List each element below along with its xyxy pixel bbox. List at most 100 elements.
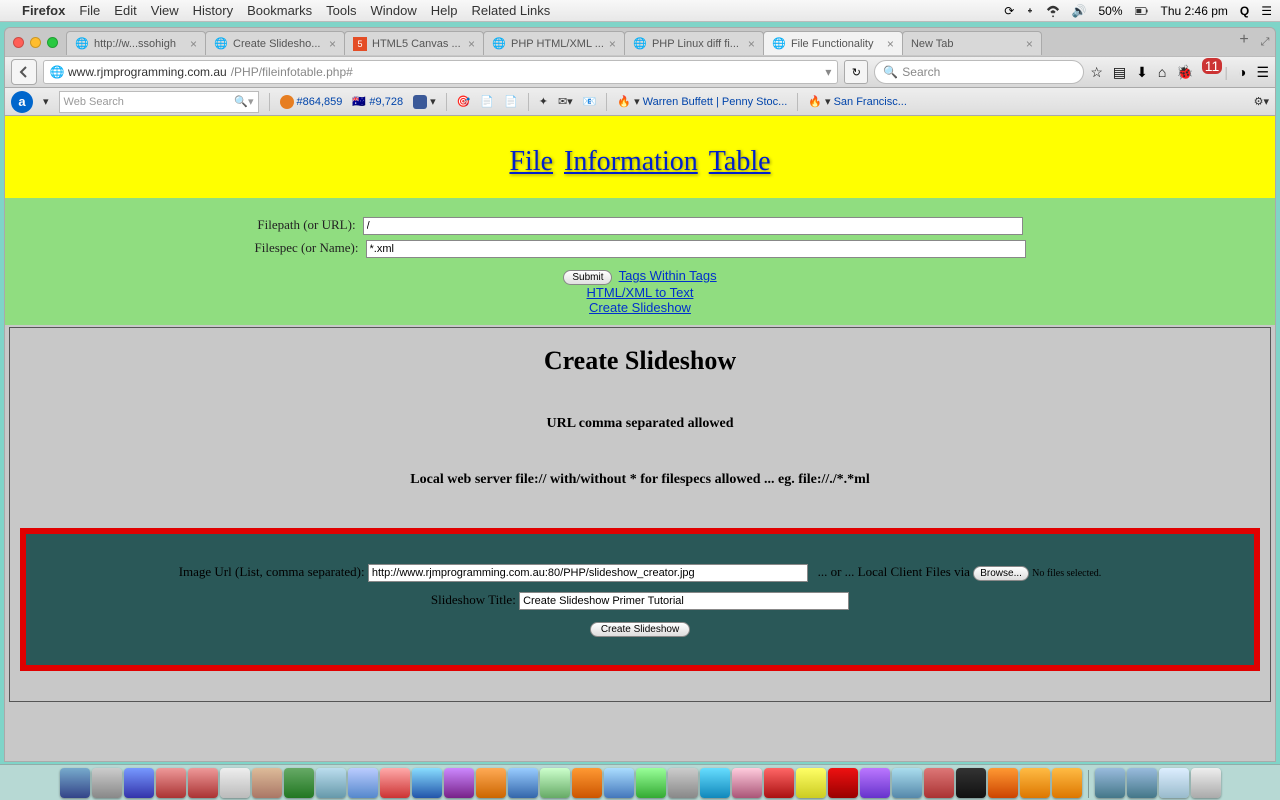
tab-5-active[interactable]: 🌐File Functionality× [763, 31, 903, 55]
dock-firefox-icon[interactable] [988, 768, 1018, 798]
dock-terminal-icon[interactable] [956, 768, 986, 798]
volume-icon[interactable]: 🔊 [1072, 4, 1087, 18]
submit-button[interactable]: Submit [563, 270, 612, 285]
menu-related[interactable]: Related Links [472, 3, 551, 18]
gear-icon[interactable]: ⚙▾ [1254, 95, 1269, 108]
clock[interactable]: Thu 2:46 pm [1161, 4, 1228, 18]
browse-button[interactable]: Browse... [973, 566, 1029, 581]
addon-icon[interactable]: 🐞11 [1176, 64, 1214, 81]
dock-appstore-icon[interactable] [508, 768, 538, 798]
menu-edit[interactable]: Edit [114, 3, 136, 18]
dock-app-icon[interactable] [252, 768, 282, 798]
dock-app-icon[interactable] [732, 768, 762, 798]
menu-window[interactable]: Window [371, 3, 417, 18]
doc2-icon[interactable]: 📄 [504, 95, 518, 108]
close-tab-icon[interactable]: × [887, 37, 894, 51]
home-icon[interactable]: ⌂ [1158, 64, 1166, 80]
slideshow-title-input[interactable] [519, 592, 849, 610]
dock-itunes-icon[interactable] [444, 768, 474, 798]
doc1-icon[interactable]: 📄 [480, 95, 494, 108]
close-tab-icon[interactable]: × [609, 37, 616, 51]
search-icon[interactable]: 🔍▾ [234, 95, 253, 108]
tab-2[interactable]: 5HTML5 Canvas ...× [344, 31, 484, 55]
dock-opera-icon[interactable] [828, 768, 858, 798]
menu-help[interactable]: Help [431, 3, 458, 18]
link-html-xml-to-text[interactable]: HTML/XML to Text [587, 285, 694, 300]
close-window-icon[interactable] [13, 37, 24, 48]
dock-app-icon[interactable] [412, 768, 442, 798]
spotlight-icon[interactable]: Q [1240, 4, 1249, 18]
dropdown-icon[interactable]: ▾ [825, 65, 831, 79]
dock-app-icon[interactable] [188, 768, 218, 798]
dock-app-icon[interactable] [540, 768, 570, 798]
dock-app-icon[interactable] [156, 768, 186, 798]
dock-app-icon[interactable] [476, 768, 506, 798]
menu-bookmarks[interactable]: Bookmarks [247, 3, 312, 18]
dock-app-icon[interactable] [764, 768, 794, 798]
close-tab-icon[interactable]: × [748, 37, 755, 51]
dock-folder-icon[interactable] [1095, 768, 1125, 798]
macos-dock[interactable] [0, 764, 1280, 800]
bluetooth-icon[interactable]: ᛭ [1026, 4, 1033, 18]
dock-app-icon[interactable] [572, 768, 602, 798]
close-tab-icon[interactable]: × [468, 37, 475, 51]
menu-tools[interactable]: Tools [326, 3, 356, 18]
reader-icon[interactable]: ▤ [1113, 64, 1126, 81]
link-create-slideshow[interactable]: Create Slideshow [589, 300, 691, 315]
dock-chrome-icon[interactable] [796, 768, 826, 798]
zoom-window-icon[interactable] [47, 37, 58, 48]
title-link-table[interactable]: Table [709, 146, 771, 177]
reload-button[interactable]: ↻ [844, 60, 868, 84]
sync-toolbar-icon[interactable]: ◑ [1238, 64, 1246, 80]
link-tags-within-tags[interactable]: Tags Within Tags [619, 268, 717, 283]
chevron-down-icon[interactable]: ▾ [43, 95, 49, 108]
dock-app-icon[interactable] [92, 768, 122, 798]
title-link-file[interactable]: File [509, 146, 553, 177]
flag-rank[interactable]: 🇦🇺#9,728 [352, 95, 403, 109]
downloads-icon[interactable]: ⬇ [1136, 64, 1148, 81]
mail-icon[interactable]: ✉▾ [558, 95, 573, 108]
star-icon[interactable]: ☆ [1090, 64, 1103, 81]
tab-4[interactable]: 🌐PHP Linux diff fi...× [624, 31, 764, 55]
tab-0[interactable]: 🌐http://w...ssohigh× [66, 31, 206, 55]
minimize-window-icon[interactable] [30, 37, 41, 48]
dock-app-icon[interactable] [316, 768, 346, 798]
bm-link-0[interactable]: 🔥▾ Warren Buffett | Penny Stoc... [617, 95, 787, 108]
alexa-rank[interactable]: #864,859 [280, 95, 343, 109]
title-link-information[interactable]: Information [564, 146, 698, 177]
window-controls[interactable] [9, 37, 66, 48]
search-box[interactable]: 🔍 Search [874, 60, 1084, 84]
menu-file[interactable]: File [79, 3, 100, 18]
gmail-icon[interactable]: 📧 [583, 95, 597, 108]
tab-6[interactable]: New Tab× [902, 31, 1042, 55]
create-slideshow-button[interactable]: Create Slideshow [590, 622, 690, 637]
target-icon[interactable]: 🎯 [457, 95, 471, 108]
dock-finder-icon[interactable] [60, 768, 90, 798]
dock-app-icon[interactable] [284, 768, 314, 798]
fullscreen-icon[interactable]: ⤢ [1255, 36, 1275, 49]
ask-icon[interactable]: a [11, 91, 33, 113]
hamburger-icon[interactable]: ☰ [1256, 64, 1269, 81]
dock-app-icon[interactable] [604, 768, 634, 798]
tab-1[interactable]: 🌐Create Slidesho...× [205, 31, 345, 55]
close-tab-icon[interactable]: × [190, 37, 197, 51]
tab-3[interactable]: 🌐PHP HTML/XML ...× [483, 31, 625, 55]
sparkle-icon[interactable]: ✦ [539, 95, 548, 108]
dock-app-icon[interactable] [860, 768, 890, 798]
battery-icon[interactable] [1135, 4, 1149, 18]
dock-app-icon[interactable] [124, 768, 154, 798]
menu-icon[interactable]: ☰ [1261, 4, 1272, 18]
wifi-icon[interactable] [1046, 4, 1060, 18]
link-pin[interactable]: ▾ [413, 95, 436, 109]
dock-folder-icon[interactable] [1127, 768, 1157, 798]
close-tab-icon[interactable]: × [329, 37, 336, 51]
sync-icon[interactable]: ⟳ [1004, 4, 1014, 18]
dock-app-icon[interactable] [636, 768, 666, 798]
menu-view[interactable]: View [151, 3, 179, 18]
filepath-input[interactable] [363, 217, 1023, 235]
app-name[interactable]: Firefox [22, 3, 65, 18]
dock-app-icon[interactable] [892, 768, 922, 798]
dock-app-icon[interactable] [1052, 768, 1082, 798]
dock-app-icon[interactable] [380, 768, 410, 798]
bm-link-1[interactable]: 🔥▾ San Francisc... [808, 95, 907, 108]
